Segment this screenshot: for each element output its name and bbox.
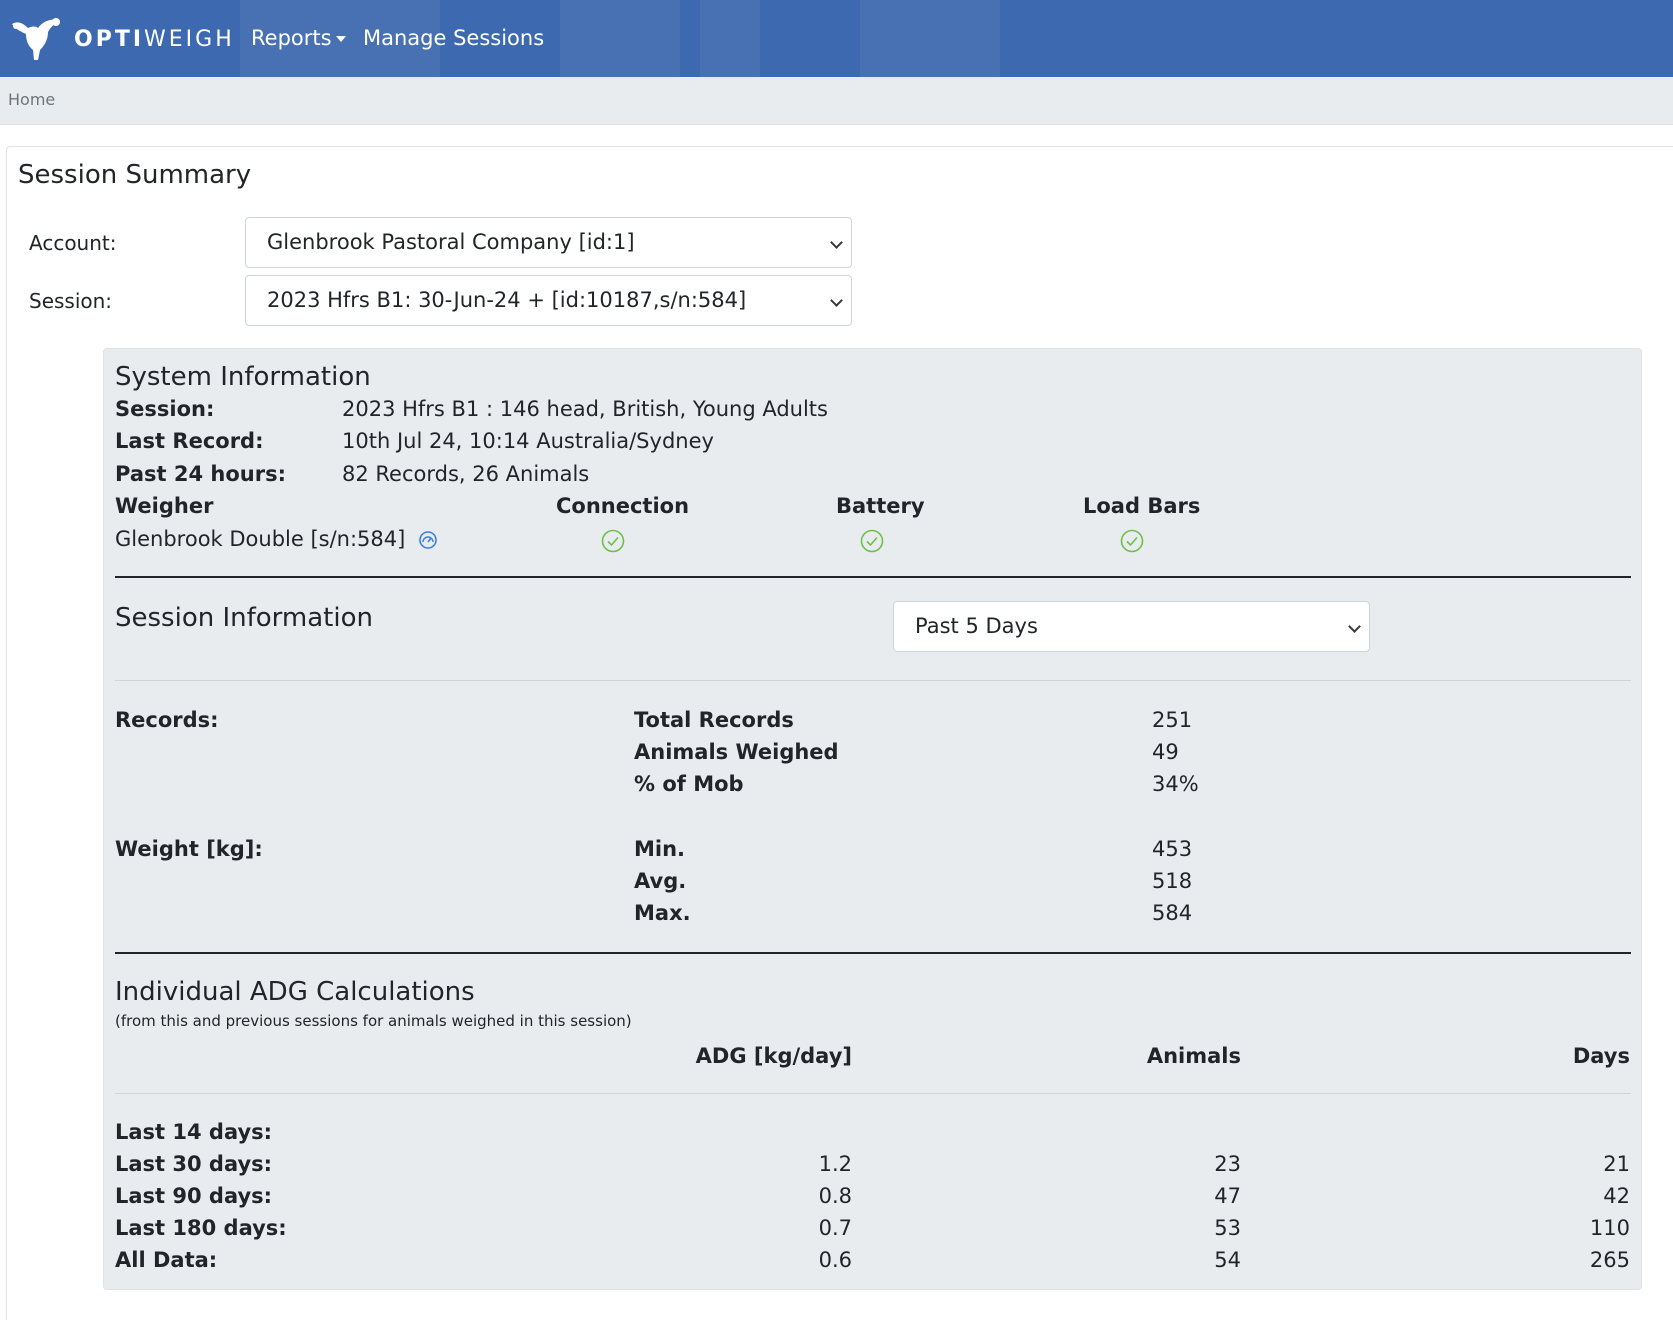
connection-header: Connection xyxy=(556,494,690,518)
brand-name-bold: OPTI xyxy=(74,26,145,52)
weight-avg-value: 518 xyxy=(1152,869,1193,893)
adg-column-header: ADG [kg/day] xyxy=(695,1044,852,1068)
adg-row-animals: 54 xyxy=(1214,1248,1241,1272)
adg-note: (from this and previous sessions for ani… xyxy=(115,1012,632,1030)
brand-logo[interactable]: OPTIWEIGH xyxy=(8,14,235,64)
animals-column-header: Animals xyxy=(1146,1044,1241,1068)
weigher-name: Glenbrook Double [s/n:584] xyxy=(115,527,406,551)
weight-min-label: Min. xyxy=(634,837,686,861)
top-navbar: OPTIWEIGH Reports Manage Sessions xyxy=(0,0,1673,77)
page-title: Session Summary xyxy=(18,160,252,190)
nav-reports-dropdown[interactable]: Reports xyxy=(251,26,346,50)
weight-label: Weight [kg]: xyxy=(115,837,263,861)
nav-reports-label: Reports xyxy=(251,26,332,50)
info-panel xyxy=(103,348,1642,1290)
total-records-value: 251 xyxy=(1152,708,1193,732)
chevron-down-icon xyxy=(830,294,843,307)
navbar-decoration xyxy=(860,0,1000,77)
breadcrumb-home[interactable]: Home xyxy=(8,90,55,109)
period-select[interactable]: Past 5 Days xyxy=(893,601,1370,652)
adg-row-animals: 23 xyxy=(1214,1152,1241,1176)
section-divider-light xyxy=(115,1093,1631,1094)
session-information-title: Session Information xyxy=(115,603,373,633)
weight-max-label: Max. xyxy=(634,901,691,925)
system-session-value: 2023 Hfrs B1 : 146 head, British, Young … xyxy=(342,397,828,421)
adg-row-animals: 53 xyxy=(1214,1216,1241,1240)
adg-row-days: 265 xyxy=(1589,1248,1630,1272)
caret-down-icon xyxy=(335,36,346,42)
adg-row-label: Last 30 days: xyxy=(115,1152,273,1176)
connection-ok-icon xyxy=(601,529,625,553)
system-session-label: Session: xyxy=(115,397,215,421)
total-records-label: Total Records xyxy=(634,708,794,732)
battery-header: Battery xyxy=(836,494,925,518)
animals-weighed-value: 49 xyxy=(1152,740,1179,764)
system-information-title: System Information xyxy=(115,362,371,392)
weigher-header: Weigher xyxy=(115,494,214,518)
adg-row-days: 42 xyxy=(1603,1184,1630,1208)
adg-row-value: 1.2 xyxy=(818,1152,852,1176)
section-divider-light xyxy=(115,680,1631,681)
weigher-value: Glenbrook Double [s/n:584] xyxy=(115,527,438,551)
weight-min-value: 453 xyxy=(1152,837,1193,861)
session-select[interactable]: 2023 Hfrs B1: 30-Jun-24 + [id:10187,s/n:… xyxy=(245,275,852,326)
adg-row-days: 21 xyxy=(1603,1152,1630,1176)
load-bars-ok-icon xyxy=(1120,529,1144,553)
brand-name-light: WEIGH xyxy=(144,26,235,52)
session-label: Session: xyxy=(29,289,113,313)
account-select[interactable]: Glenbrook Pastoral Company [id:1] xyxy=(245,217,852,268)
adg-row-value: 0.6 xyxy=(818,1248,852,1272)
days-column-header: Days xyxy=(1572,1044,1630,1068)
last-record-value: 10th Jul 24, 10:14 Australia/Sydney xyxy=(342,429,714,453)
load-bars-header: Load Bars xyxy=(1083,494,1201,518)
session-select-value: 2023 Hfrs B1: 30-Jun-24 + [id:10187,s/n:… xyxy=(267,288,747,312)
adg-title: Individual ADG Calculations xyxy=(115,977,475,1007)
past-24-hours-label: Past 24 hours: xyxy=(115,462,286,486)
adg-row-animals: 47 xyxy=(1214,1184,1241,1208)
adg-row-value: 0.8 xyxy=(818,1184,852,1208)
brand-name: OPTIWEIGH xyxy=(74,27,235,52)
adg-row-label: Last 14 days: xyxy=(115,1120,273,1144)
pct-of-mob-value: 34% xyxy=(1152,772,1199,796)
navbar-decoration xyxy=(560,0,680,77)
navbar-decoration xyxy=(700,0,760,77)
weight-avg-label: Avg. xyxy=(634,869,687,893)
weight-max-value: 584 xyxy=(1152,901,1193,925)
adg-row-days: 110 xyxy=(1589,1216,1630,1240)
adg-row-value: 0.7 xyxy=(818,1216,852,1240)
records-label: Records: xyxy=(115,708,219,732)
adg-row-label: Last 90 days: xyxy=(115,1184,273,1208)
nav-manage-sessions[interactable]: Manage Sessions xyxy=(363,26,544,50)
account-label: Account: xyxy=(29,231,117,255)
nav-manage-sessions-label: Manage Sessions xyxy=(363,26,545,50)
pct-of-mob-label: % of Mob xyxy=(634,772,744,796)
section-divider xyxy=(115,576,1631,578)
breadcrumb: Home xyxy=(0,77,1673,125)
past-24-hours-value: 82 Records, 26 Animals xyxy=(342,462,590,486)
battery-ok-icon xyxy=(860,529,884,553)
gauge-icon[interactable] xyxy=(418,530,438,550)
adg-row-label: All Data: xyxy=(115,1248,218,1272)
chevron-down-icon xyxy=(1348,620,1361,633)
period-select-value: Past 5 Days xyxy=(915,614,1038,638)
animals-weighed-label: Animals Weighed xyxy=(634,740,839,764)
last-record-label: Last Record: xyxy=(115,429,264,453)
section-divider xyxy=(115,952,1631,954)
cow-head-icon xyxy=(12,18,60,60)
account-select-value: Glenbrook Pastoral Company [id:1] xyxy=(267,230,635,254)
chevron-down-icon xyxy=(830,236,843,249)
adg-row-label: Last 180 days: xyxy=(115,1216,287,1240)
